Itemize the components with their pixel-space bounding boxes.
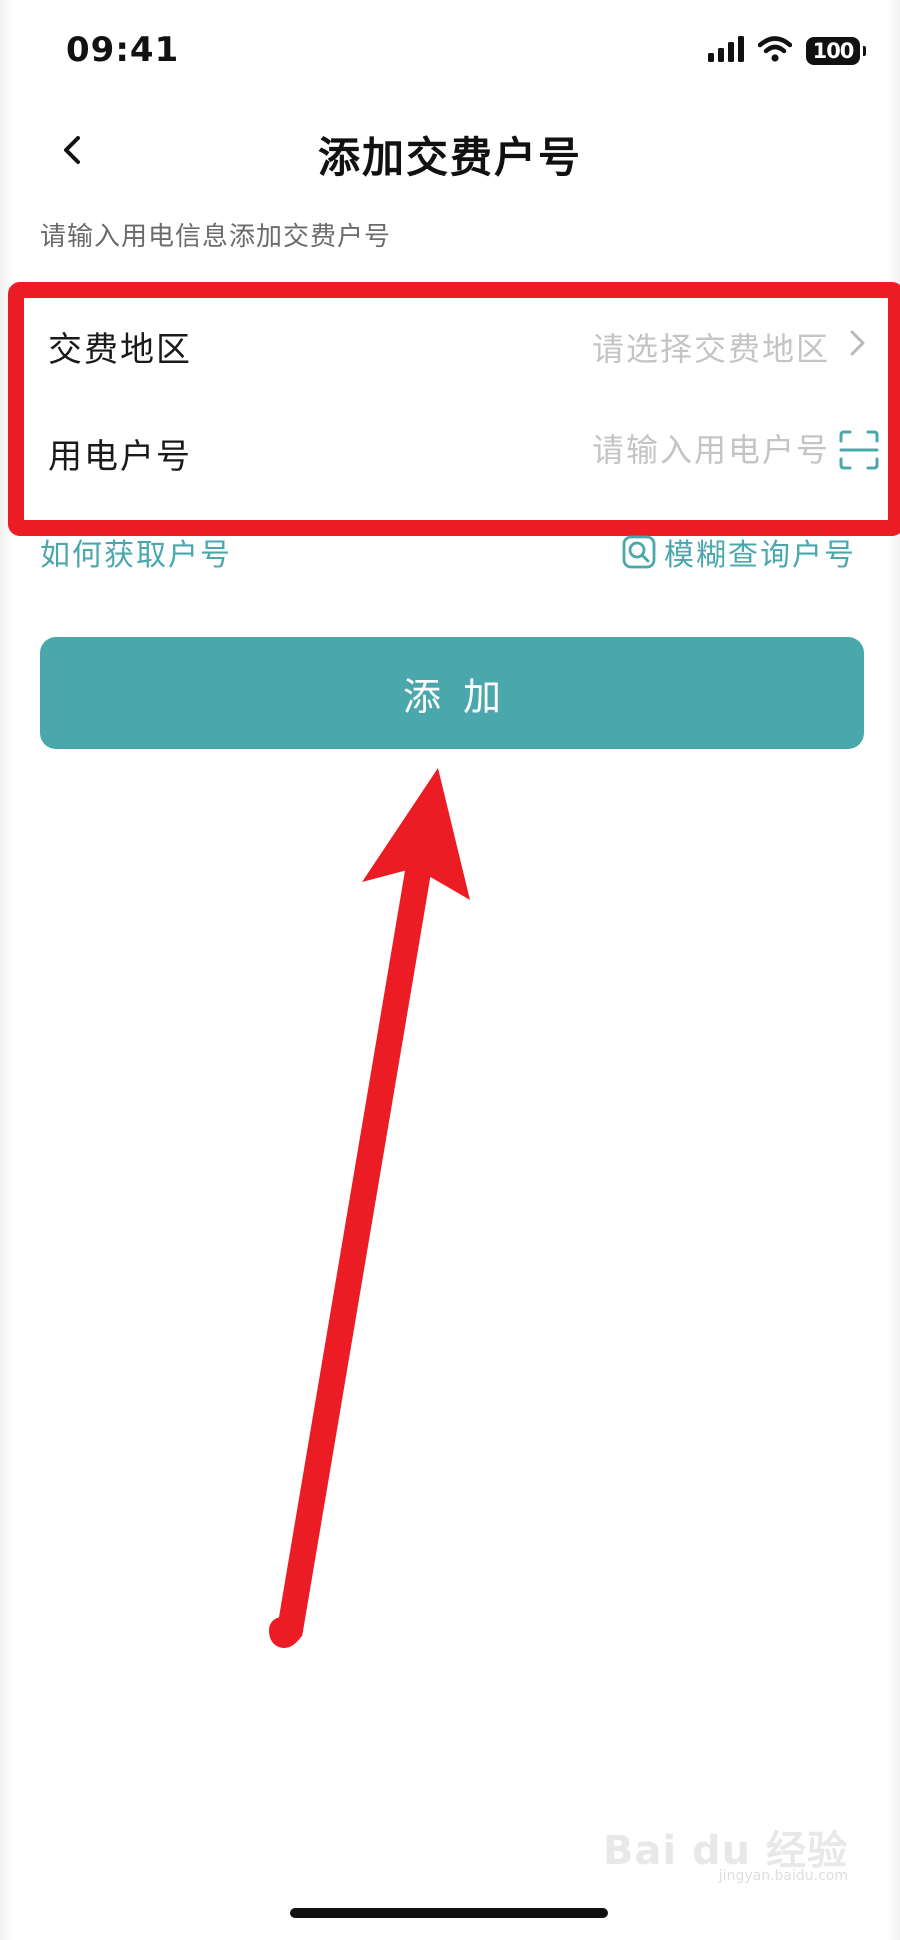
arrow-shaft bbox=[269, 847, 433, 1648]
wifi-icon bbox=[757, 36, 793, 66]
form-card: 交费地区 请选择交费地区 用电户号 bbox=[8, 282, 900, 536]
how-to-get-account-link[interactable]: 如何获取户号 bbox=[40, 530, 232, 574]
page-title: 添加交费户号 bbox=[317, 133, 582, 182]
arrow-head bbox=[362, 768, 470, 900]
status-icons: 100 bbox=[708, 36, 866, 66]
home-indicator[interactable] bbox=[290, 1908, 608, 1918]
account-label: 用电户号 bbox=[48, 437, 192, 477]
battery-icon: 100 bbox=[806, 37, 866, 65]
scan-icon[interactable] bbox=[838, 429, 880, 471]
nav-bar: 添加交费户号 bbox=[0, 110, 900, 190]
account-row: 用电户号 bbox=[24, 409, 888, 520]
fuzzy-search-link[interactable]: 模糊查询户号 bbox=[622, 530, 856, 574]
signal-icon bbox=[708, 36, 744, 66]
hint-text: 请输入用电信息添加交费户号 bbox=[40, 222, 392, 252]
region-label: 交费地区 bbox=[48, 330, 192, 370]
region-row[interactable]: 交费地区 请选择交费地区 bbox=[24, 298, 888, 409]
search-icon bbox=[622, 535, 656, 569]
status-time: 09:41 bbox=[66, 30, 180, 70]
chevron-right-icon bbox=[842, 328, 872, 358]
app-screen: 09:41 100 添加交费户号 请输入用电信息添加交费户号 交费地区 请选择交… bbox=[0, 0, 900, 1940]
account-input[interactable] bbox=[490, 431, 830, 469]
fuzzy-search-label: 模糊查询户号 bbox=[664, 538, 856, 573]
region-select[interactable]: 请选择交费地区 bbox=[490, 324, 830, 370]
watermark-url: jingyan.baidu.com bbox=[718, 1868, 848, 1884]
status-bar: 09:41 100 bbox=[0, 0, 900, 100]
add-button[interactable]: 添加 bbox=[40, 637, 864, 749]
